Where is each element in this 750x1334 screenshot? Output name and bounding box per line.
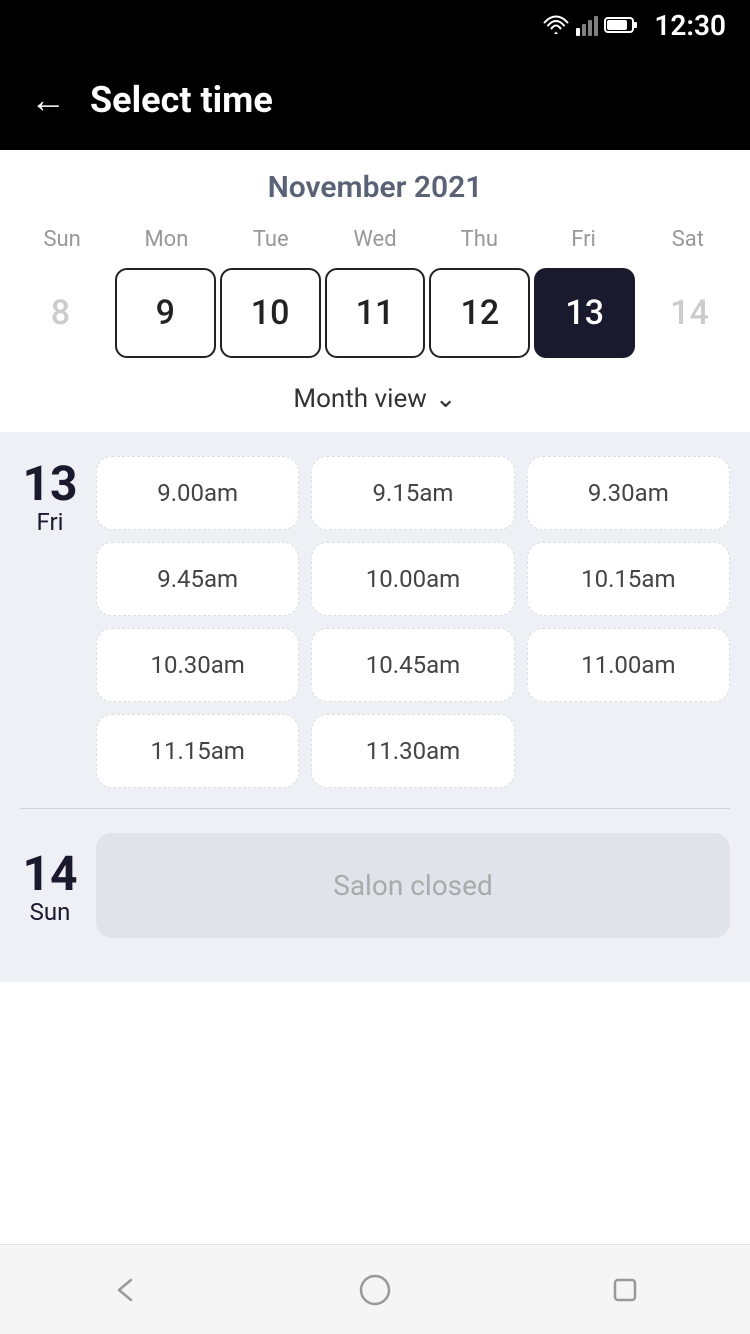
nav-recent-button[interactable] xyxy=(595,1260,655,1320)
time-slot-945am[interactable]: 9.45am xyxy=(96,542,299,616)
month-view-label: Month view xyxy=(293,384,426,414)
day-13-time-grid: 9.00am 9.15am 9.30am 9.45am 10.00am 10.1… xyxy=(96,456,730,788)
status-time: 12:30 xyxy=(654,9,726,42)
month-label: November 2021 xyxy=(0,170,750,205)
battery-icon xyxy=(604,15,640,35)
time-slot-915am[interactable]: 9.15am xyxy=(311,456,514,530)
day-14-label: 14 Sun xyxy=(20,846,80,926)
date-13[interactable]: 13 xyxy=(534,268,635,358)
weekday-sat: Sat xyxy=(636,221,740,258)
salon-closed-box: Salon closed xyxy=(96,833,730,938)
time-slot-1015am[interactable]: 10.15am xyxy=(527,542,730,616)
section-divider xyxy=(20,808,730,809)
time-slot-1100am[interactable]: 11.00am xyxy=(527,628,730,702)
nav-recent-icon xyxy=(607,1272,643,1308)
chevron-down-icon: ⌄ xyxy=(435,384,457,414)
signal-icon xyxy=(576,14,598,36)
time-slot-1115am[interactable]: 11.15am xyxy=(96,714,299,788)
slots-section: 13 Fri 9.00am 9.15am 9.30am 9.45am 10.00… xyxy=(0,432,750,982)
nav-home-button[interactable] xyxy=(345,1260,405,1320)
app-header: ← Select time xyxy=(0,50,750,150)
day-14-number: 14 xyxy=(22,850,77,898)
calendar-section: November 2021 Sun Mon Tue Wed Thu Fri Sa… xyxy=(0,150,750,432)
dates-row: 8 9 10 11 12 13 14 xyxy=(0,268,750,358)
time-slot-1045am[interactable]: 10.45am xyxy=(311,628,514,702)
page-title: Select time xyxy=(90,79,273,121)
weekday-mon: Mon xyxy=(114,221,218,258)
day-13-number: 13 xyxy=(22,460,77,508)
date-8[interactable]: 8 xyxy=(10,268,111,358)
month-view-toggle[interactable]: Month view ⌄ xyxy=(0,372,750,432)
weekday-sun: Sun xyxy=(10,221,114,258)
nav-home-icon xyxy=(357,1272,393,1308)
date-9[interactable]: 9 xyxy=(115,268,216,358)
day-13-section: 13 Fri 9.00am 9.15am 9.30am 9.45am 10.00… xyxy=(20,456,730,788)
weekday-fri: Fri xyxy=(531,221,635,258)
date-11[interactable]: 11 xyxy=(325,268,426,358)
weekday-wed: Wed xyxy=(323,221,427,258)
status-bar: 12:30 xyxy=(0,0,750,50)
time-slot-1030am[interactable]: 10.30am xyxy=(96,628,299,702)
date-12[interactable]: 12 xyxy=(429,268,530,358)
time-slot-930am[interactable]: 9.30am xyxy=(527,456,730,530)
day-14-name: Sun xyxy=(30,898,71,926)
date-10[interactable]: 10 xyxy=(220,268,321,358)
wifi-icon xyxy=(542,15,570,35)
weekday-tue: Tue xyxy=(219,221,323,258)
week-days-row: Sun Mon Tue Wed Thu Fri Sat xyxy=(0,221,750,258)
day-13-label: 13 Fri xyxy=(20,456,80,788)
day-14-section: 14 Sun Salon closed xyxy=(20,833,730,938)
weekday-thu: Thu xyxy=(427,221,531,258)
time-slot-900am[interactable]: 9.00am xyxy=(96,456,299,530)
time-slot-1000am[interactable]: 10.00am xyxy=(311,542,514,616)
date-14[interactable]: 14 xyxy=(639,268,740,358)
nav-back-button[interactable] xyxy=(95,1260,155,1320)
back-button[interactable]: ← xyxy=(30,82,66,118)
nav-bar xyxy=(0,1244,750,1334)
time-slot-1130am[interactable]: 11.30am xyxy=(311,714,514,788)
nav-back-icon xyxy=(107,1272,143,1308)
status-icons: 12:30 xyxy=(542,9,726,42)
day-13-name: Fri xyxy=(37,508,64,536)
